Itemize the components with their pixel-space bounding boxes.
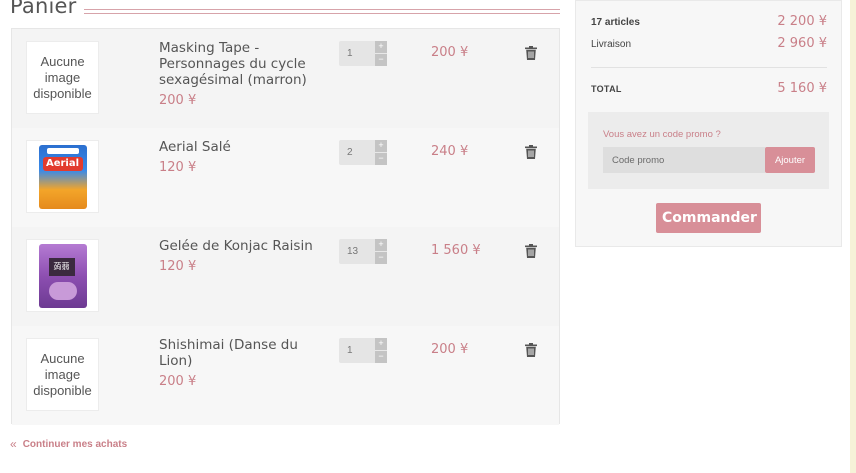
cart-row: Aucune image disponible Shishimai (Danse… — [12, 326, 559, 425]
continue-shopping-label[interactable]: Continuer mes achats — [23, 439, 127, 450]
quantity-increment-button[interactable]: + — [375, 338, 387, 351]
product-image[interactable]: 蒟蒻 — [26, 239, 99, 312]
trash-icon[interactable] — [525, 244, 537, 258]
quantity-increment-button[interactable]: + — [375, 140, 387, 153]
double-chevron-left-icon: « — [10, 437, 17, 451]
total-value: 5 160 ¥ — [777, 81, 827, 96]
order-summary: 17 articles 2 200 ¥ Livraison 2 960 ¥ TO… — [575, 0, 842, 247]
product-name-text[interactable]: Shishimai (Danse du Lion) — [159, 337, 329, 369]
no-image-text: Aucune image disponible — [33, 53, 92, 101]
unit-price: 200 ¥ — [159, 93, 197, 108]
shipping-line: Livraison 2 960 ¥ — [591, 36, 827, 51]
quantity-decrement-button[interactable]: − — [375, 54, 387, 66]
quantity-input[interactable]: 2 — [339, 140, 375, 165]
total-label: TOTAL — [591, 84, 622, 94]
quantity-increment-button[interactable]: + — [375, 239, 387, 252]
cart-list: Aucune image disponible Masking Tape - P… — [11, 28, 560, 425]
product-name-text[interactable]: Aerial Salé — [159, 139, 329, 155]
quantity-input[interactable]: 1 — [339, 41, 375, 66]
package-logo: Aerial — [42, 156, 83, 171]
product-image-placeholder: Aucune image disponible — [26, 338, 99, 411]
line-total: 200 ¥ — [431, 45, 469, 60]
no-image-text: Aucune image disponible — [33, 350, 92, 398]
unit-price: 200 ¥ — [159, 374, 197, 389]
product-name[interactable]: Masking Tape - Personnages du cycle sexa… — [159, 40, 329, 109]
promo-title[interactable]: Vous avez un code promo ? — [603, 129, 721, 140]
unit-price: 120 ¥ — [159, 259, 197, 274]
cart-row: Aucune image disponible Masking Tape - P… — [12, 29, 559, 128]
shipping-label: Livraison — [591, 39, 632, 50]
product-package-image: Aerial — [38, 144, 87, 209]
title-divider — [84, 9, 560, 14]
product-name[interactable]: Aerial Salé 120 ¥ — [159, 139, 329, 176]
apply-promo-button[interactable]: Ajouter — [765, 147, 815, 173]
product-image[interactable]: Aerial — [26, 140, 99, 213]
page-title: Panier — [10, 0, 77, 18]
quantity-input[interactable]: 13 — [339, 239, 375, 264]
line-total: 200 ¥ — [431, 342, 469, 357]
trash-icon[interactable] — [525, 343, 537, 357]
package-logo: 蒟蒻 — [48, 257, 75, 276]
unit-price: 120 ¥ — [159, 160, 197, 175]
line-total: 240 ¥ — [431, 144, 469, 159]
shipping-value: 2 960 ¥ — [777, 36, 827, 51]
product-name[interactable]: Shishimai (Danse du Lion) 200 ¥ — [159, 337, 329, 390]
articles-value: 2 200 ¥ — [777, 14, 827, 29]
product-image-placeholder: Aucune image disponible — [26, 41, 99, 114]
trash-icon[interactable] — [525, 145, 537, 159]
quantity-decrement-button[interactable]: − — [375, 252, 387, 264]
quantity-decrement-button[interactable]: − — [375, 153, 387, 165]
product-package-image: 蒟蒻 — [38, 243, 87, 308]
quantity-increment-button[interactable]: + — [375, 41, 387, 54]
product-name[interactable]: Gelée de Konjac Raisin 120 ¥ — [159, 238, 329, 275]
cart-row: 蒟蒻 Gelée de Konjac Raisin 120 ¥ 13 + − 1… — [12, 227, 559, 326]
product-name-text[interactable]: Masking Tape - Personnages du cycle sexa… — [159, 40, 329, 88]
quantity-decrement-button[interactable]: − — [375, 351, 387, 363]
total-line: TOTAL 5 160 ¥ — [591, 81, 827, 96]
articles-line: 17 articles 2 200 ¥ — [591, 14, 827, 29]
quantity-stepper[interactable]: 13 + − — [339, 239, 387, 264]
quantity-input[interactable]: 1 — [339, 338, 375, 363]
quantity-stepper[interactable]: 1 + − — [339, 41, 387, 66]
quantity-stepper[interactable]: 1 + − — [339, 338, 387, 363]
trash-icon[interactable] — [525, 46, 537, 60]
continue-shopping-link[interactable]: « Continuer mes achats — [10, 437, 127, 451]
cart-row: Aerial Aerial Salé 120 ¥ 2 + − 240 ¥ — [12, 128, 559, 227]
page-edge — [850, 0, 856, 473]
checkout-button[interactable]: Commander — [656, 203, 761, 233]
line-total: 1 560 ¥ — [431, 243, 481, 258]
quantity-stepper[interactable]: 2 + − — [339, 140, 387, 165]
summary-divider — [591, 67, 827, 68]
product-name-text[interactable]: Gelée de Konjac Raisin — [159, 238, 329, 254]
promo-code-box: Vous avez un code promo ? Ajouter — [588, 112, 829, 189]
articles-label: 17 articles — [591, 17, 640, 28]
promo-code-input[interactable] — [603, 147, 765, 173]
